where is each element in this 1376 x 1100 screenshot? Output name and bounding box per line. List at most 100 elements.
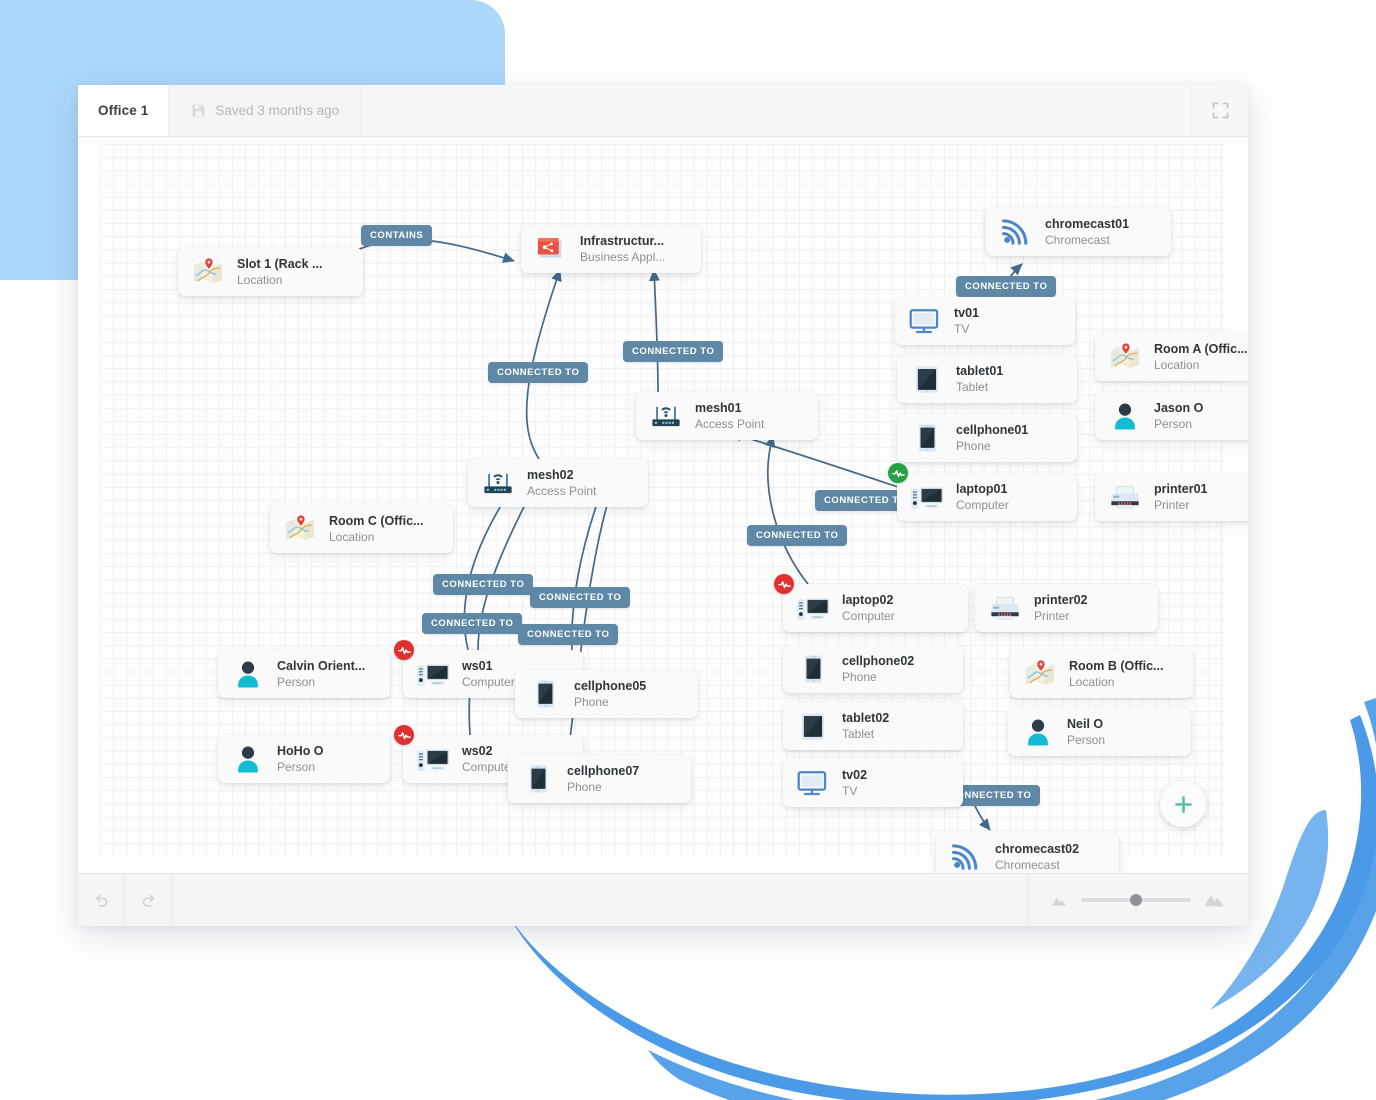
node-card-tv02[interactable]: tv02 TV [783, 759, 963, 807]
undo-arrow-icon [95, 894, 107, 907]
topology-graph-canvas[interactable]: CONTAINS CONNECTED TO CONNECTED TO CONNECTE… [78, 137, 1248, 873]
node-card-chromecast02[interactable]: chromecast02 Chromecast [936, 833, 1119, 873]
node-title: cellphone05 [574, 679, 647, 694]
chromecast-icon [998, 215, 1034, 249]
redo-button[interactable] [125, 874, 172, 926]
node-card-tablet02[interactable]: tablet02 Tablet [783, 702, 963, 750]
printer-icon [987, 591, 1023, 625]
node-subtitle: Tablet [842, 726, 875, 741]
edge-label-lbl-ct-2: CONNECTED TO [623, 341, 724, 362]
node-subtitle: Phone [574, 694, 609, 709]
heartbeat-glyph [777, 580, 791, 588]
tablet-icon [795, 709, 831, 743]
node-card-slot1[interactable]: Slot 1 (Rack ... Location [178, 248, 363, 296]
node-title: HoHo O [277, 744, 324, 759]
person-icon [1020, 715, 1056, 749]
access-point-icon [648, 399, 684, 433]
node-subtitle: Phone [842, 669, 877, 684]
node-subtitle: Person [1154, 416, 1193, 431]
node-subtitle: Access Point [695, 416, 765, 431]
node-title: Room A (Offic... [1154, 342, 1248, 357]
node-card-jason[interactable]: Jason O Person [1095, 392, 1248, 440]
node-title: ws01 [462, 659, 493, 674]
node-title: laptop02 [842, 593, 894, 608]
phone-icon [520, 762, 556, 796]
graph-edge-laptop01-to-mesh01 [730, 430, 899, 488]
node-title: tv01 [954, 306, 980, 321]
node-subtitle: Location [1069, 674, 1115, 689]
computer-icon [795, 591, 831, 625]
node-card-calvin[interactable]: Calvin Orient... Person [218, 650, 390, 698]
tv-icon [907, 304, 943, 338]
node-card-cellphone01[interactable]: cellphone01 Phone [897, 414, 1077, 462]
node-title: ws02 [462, 744, 493, 759]
mountain-large-icon[interactable] [1203, 891, 1226, 909]
node-subtitle: Phone [956, 438, 991, 453]
edge-label-lbl-ct-6: CONNECTED TO [433, 574, 534, 595]
node-title: Room C (Offic... [329, 514, 424, 529]
map-location-icon [282, 512, 318, 546]
floppy-disk-icon [192, 104, 205, 117]
node-card-mesh01[interactable]: mesh01 Access Point [636, 392, 818, 440]
edge-label-lbl-ct-9: CONNECTED TO [518, 624, 619, 645]
node-subtitle: Printer [1034, 608, 1070, 623]
node-card-laptop02[interactable]: laptop02 Computer [774, 574, 968, 632]
edge-label-lbl-ct-7: CONNECTED TO [530, 587, 631, 608]
status-badge-green [888, 463, 908, 483]
node-card-laptop01[interactable]: laptop01 Computer [888, 463, 1077, 521]
phone-icon [527, 677, 563, 711]
node-title: printer02 [1034, 593, 1088, 608]
undo-button[interactable] [78, 874, 125, 926]
person-icon [230, 657, 266, 691]
node-card-roomC[interactable]: Room C (Offic... Location [270, 505, 453, 553]
heartbeat-glyph [397, 646, 411, 654]
node-title: tablet02 [842, 711, 890, 726]
node-subtitle: Phone [567, 779, 602, 794]
node-card-tablet01[interactable]: tablet01 Tablet [897, 355, 1077, 403]
node-card-cellphone05[interactable]: cellphone05 Phone [515, 670, 698, 718]
zoom-slider-thumb[interactable] [1130, 894, 1142, 906]
footer-spacer [172, 874, 1027, 926]
node-subtitle: Access Point [527, 483, 597, 498]
zoom-slider[interactable] [1081, 894, 1191, 906]
node-title: Jason O [1154, 401, 1204, 416]
node-title: chromecast01 [1045, 217, 1130, 232]
node-card-cellphone02[interactable]: cellphone02 Phone [783, 645, 963, 693]
node-card-infra[interactable]: Infrastructur... Business Appl... [521, 225, 701, 273]
plus-icon [1174, 795, 1192, 813]
node-subtitle: Location [237, 272, 283, 287]
node-title: Infrastructur... [580, 234, 665, 249]
node-card-cellphone07[interactable]: cellphone07 Phone [508, 755, 691, 803]
node-card-neil[interactable]: Neil O Person [1008, 708, 1191, 756]
add-node-button[interactable] [1160, 781, 1206, 827]
computer-icon [415, 657, 451, 691]
topology-editor-window: Office 1 Saved 3 months ago CONTAINS CON… [78, 85, 1248, 926]
node-card-printer01[interactable]: printer01 Printer [1095, 473, 1248, 521]
tab-office-1[interactable]: Office 1 [78, 85, 170, 136]
node-subtitle: Computer [842, 608, 895, 623]
node-card-tv01[interactable]: tv01 TV [895, 297, 1075, 345]
node-title: mesh02 [527, 468, 574, 483]
node-card-hoho[interactable]: HoHo O Person [218, 735, 390, 783]
tab-office-1-label: Office 1 [98, 103, 149, 118]
node-card-roomB[interactable]: Room B (Offic... Location [1010, 650, 1193, 698]
edge-label-lbl-ct-1: CONNECTED TO [488, 362, 589, 383]
window-footer [78, 873, 1248, 926]
printer-icon [1107, 480, 1143, 514]
node-card-chromecast01[interactable]: chromecast01 Chromecast [986, 208, 1171, 256]
node-card-printer02[interactable]: printer02 Printer [975, 584, 1158, 632]
fullscreen-expand-icon[interactable] [1191, 85, 1248, 136]
node-card-mesh02[interactable]: mesh02 Access Point [468, 459, 648, 507]
node-card-roomA[interactable]: Room A (Offic... Location [1095, 333, 1248, 381]
redo-arrow-icon [142, 894, 154, 907]
node-title: cellphone01 [956, 423, 1029, 438]
mountain-small-icon[interactable] [1050, 893, 1069, 908]
node-title: laptop01 [956, 482, 1008, 497]
computer-icon [415, 742, 451, 776]
window-header: Office 1 Saved 3 months ago [78, 85, 1248, 137]
node-title: chromecast02 [995, 842, 1080, 857]
node-subtitle: Chromecast [1045, 232, 1110, 247]
node-title: Calvin Orient... [277, 659, 366, 674]
node-subtitle: Chromecast [995, 857, 1060, 872]
status-badge-red [394, 640, 414, 660]
